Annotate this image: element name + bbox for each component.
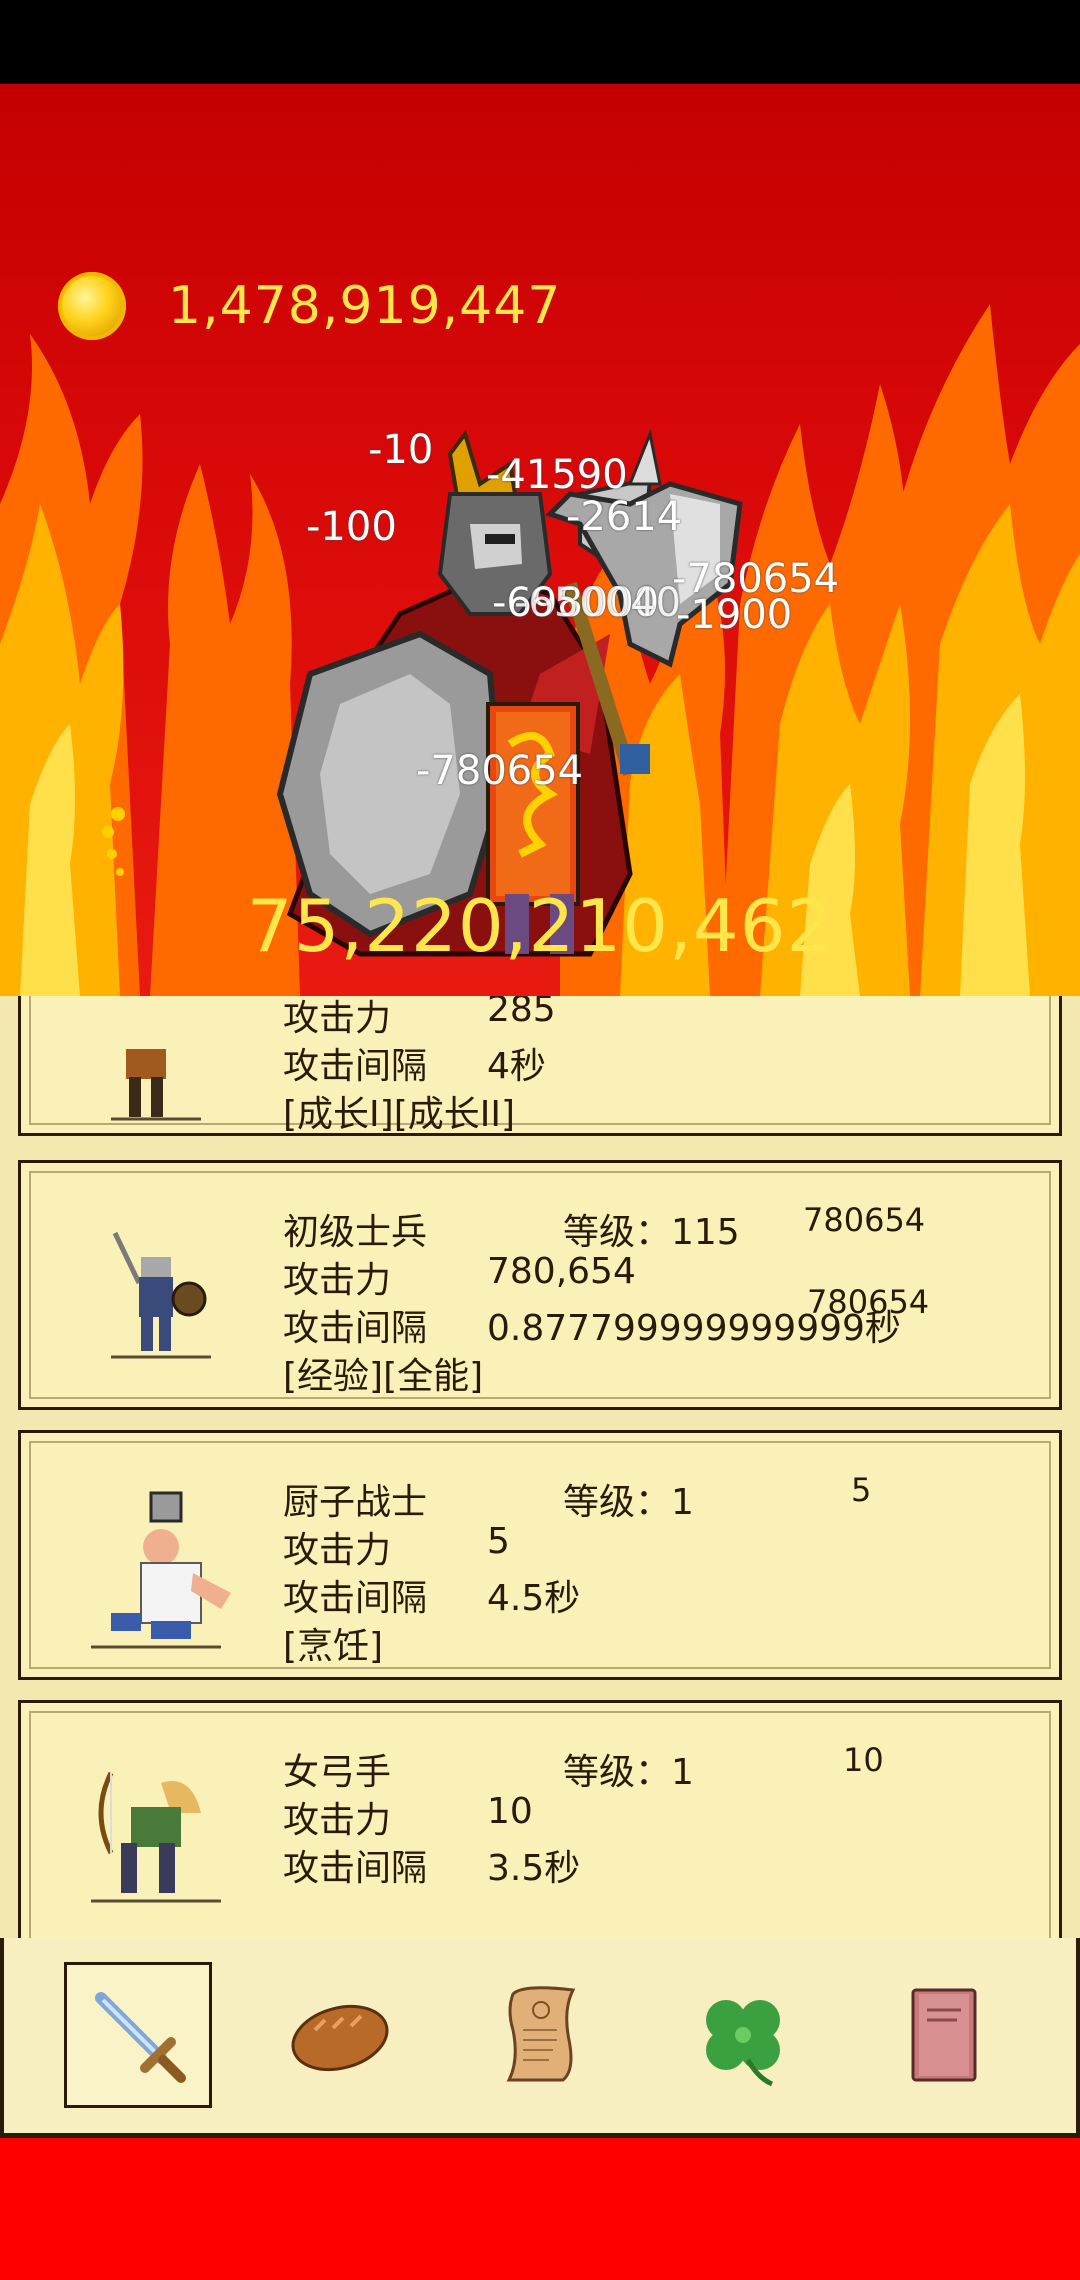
unit-level: 等级：1 bbox=[563, 1752, 694, 1793]
gold-counter: 1,478,919,447 bbox=[58, 272, 561, 340]
interval-label: 攻击间隔 bbox=[283, 1046, 428, 1087]
nav-luck-button[interactable] bbox=[669, 1962, 817, 2108]
archer-portrait bbox=[91, 1771, 221, 1903]
interval-label: 攻击间隔 bbox=[283, 1578, 428, 1619]
gold-amount: 1,478,919,447 bbox=[168, 276, 562, 336]
chef-portrait bbox=[91, 1491, 231, 1649]
unit-name: 初级士兵 bbox=[283, 1212, 428, 1253]
unit-side-value: 10 bbox=[843, 1741, 884, 1779]
status-bar bbox=[0, 0, 1080, 84]
unit-level: 等级：1 bbox=[563, 1482, 694, 1523]
unit-card[interactable]: 厨子战士 等级：1 5 攻击力 5 攻击间隔 4.5秒 [烹饪] bbox=[18, 1430, 1062, 1680]
damage-popup: -780654 bbox=[416, 748, 584, 794]
bread-icon bbox=[291, 2004, 389, 2072]
attack-label: 攻击力 bbox=[283, 1530, 392, 1571]
damage-popup: -1900 bbox=[676, 592, 793, 638]
interval-value: 4.5秒 bbox=[487, 1578, 581, 1619]
interval-value: 4秒 bbox=[487, 1046, 546, 1087]
unit-card[interactable]: 初级士兵 等级：115 780654 攻击力 780,654 攻击间隔 0.87… bbox=[18, 1160, 1062, 1410]
unit-tags: [经验][全能] bbox=[283, 1356, 484, 1397]
bottom-nav bbox=[0, 1938, 1080, 2138]
unit-tags: [烹饪] bbox=[283, 1626, 384, 1667]
soldier-portrait bbox=[111, 1231, 211, 1359]
unit-portrait bbox=[111, 1049, 201, 1121]
attack-value: 5 bbox=[487, 1521, 510, 1562]
unit-card[interactable]: 女弓手 等级：1 10 攻击力 10 攻击间隔 3.5秒 bbox=[18, 1700, 1062, 1938]
clover-icon bbox=[706, 2000, 780, 2087]
gold-coin-icon bbox=[58, 272, 126, 340]
scroll-icon bbox=[506, 1986, 576, 2082]
unit-tags: [成长I][成长II] bbox=[283, 1094, 516, 1135]
nav-units-button[interactable] bbox=[64, 1962, 212, 2108]
nav-food-button[interactable] bbox=[266, 1962, 414, 2108]
nav-quest-button[interactable] bbox=[469, 1962, 617, 2108]
attack-value: 285 bbox=[487, 996, 556, 1030]
attack-value: 780,654 bbox=[487, 1251, 636, 1292]
damage-popup: -41590 bbox=[486, 452, 628, 498]
attack-label: 攻击力 bbox=[283, 1260, 392, 1301]
unit-side-value: 5 bbox=[851, 1471, 872, 1509]
attack-value: 10 bbox=[487, 1791, 533, 1832]
unit-side-value: 780654 bbox=[803, 1201, 926, 1239]
bottom-background bbox=[0, 2138, 1080, 2280]
unit-name: 女弓手 bbox=[283, 1752, 392, 1793]
damage-popup: -100 bbox=[306, 504, 397, 550]
unit-list[interactable]: 攻击力 285 攻击间隔 4秒 [成长I][成长II] 初级士兵 等级：115 … bbox=[0, 996, 1080, 1938]
damage-popup: -10 bbox=[368, 427, 434, 473]
damage-popup: -650040 bbox=[514, 580, 682, 626]
battle-area[interactable]: 1,478,919,447 -10 -41590 -100 -2614 -698… bbox=[0, 84, 1080, 996]
boss-hp: 75,220,210,462 bbox=[246, 884, 834, 968]
unit-side-value: 780654 bbox=[807, 1283, 930, 1321]
sword-icon bbox=[95, 1992, 186, 2083]
interval-label: 攻击间隔 bbox=[283, 1308, 428, 1349]
book-icon bbox=[911, 1988, 977, 2082]
unit-card[interactable]: 攻击力 285 攻击间隔 4秒 [成长I][成长II] bbox=[18, 996, 1062, 1136]
damage-popup: -2614 bbox=[566, 494, 683, 540]
interval-value: 3.5秒 bbox=[487, 1848, 581, 1889]
attack-label: 攻击力 bbox=[283, 1800, 392, 1841]
interval-label: 攻击间隔 bbox=[283, 1848, 428, 1889]
unit-level: 等级：115 bbox=[563, 1212, 740, 1253]
attack-label: 攻击力 bbox=[283, 998, 392, 1039]
nav-book-button[interactable] bbox=[870, 1962, 1018, 2108]
unit-name: 厨子战士 bbox=[283, 1482, 428, 1523]
